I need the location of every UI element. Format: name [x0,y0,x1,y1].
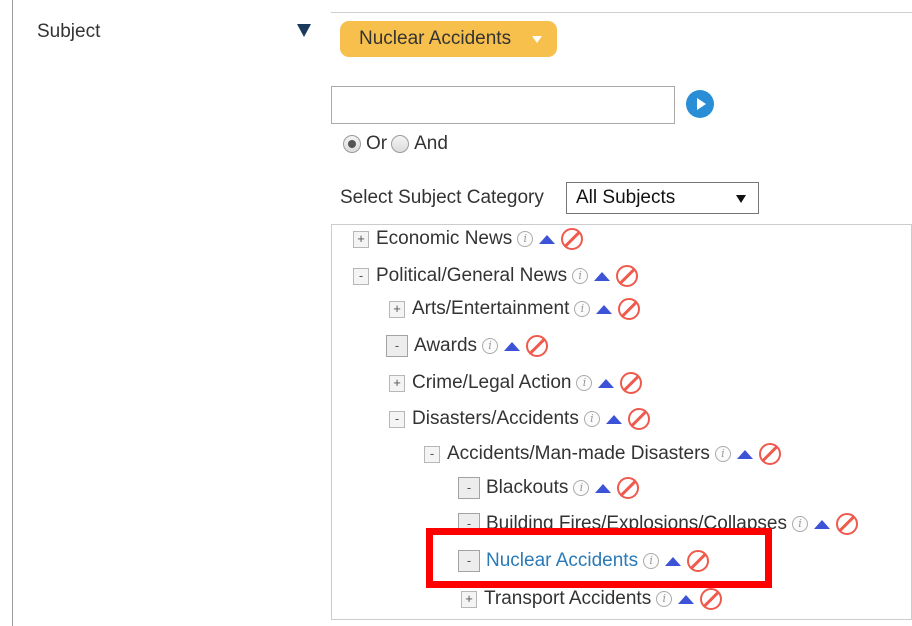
tree-item-label[interactable]: Blackouts [486,477,568,499]
selected-subject-tag-label: Nuclear Accidents [359,28,512,49]
collapse-toggle[interactable]: - [389,410,405,428]
tree-item-label[interactable]: Building Fires/Explosions/Collapses [486,513,787,535]
expand-toggle[interactable]: + [353,230,369,248]
or-label: Or [366,133,388,154]
tree-item-label[interactable]: Awards [414,335,477,357]
exclude-icon[interactable] [618,298,641,320]
exclude-icon[interactable] [687,550,710,572]
info-icon[interactable]: i [583,411,600,427]
move-up-icon[interactable] [594,271,611,281]
move-up-icon[interactable] [504,341,521,351]
select-caret-icon [736,195,746,203]
or-radio[interactable] [343,135,361,153]
tree-item-blackouts[interactable]: - Blackouts i [458,473,640,503]
collapse-toggle[interactable]: - [424,445,440,463]
tree-item-awards[interactable]: - Awards i [386,331,549,361]
tree-item-label[interactable]: Transport Accidents [484,588,651,610]
move-up-icon[interactable] [813,519,830,529]
tree-item-label[interactable]: Arts/Entertainment [412,298,569,320]
tree-item-disasters-accidents[interactable]: - Disasters/Accidents i [389,404,650,434]
tree-item-label[interactable]: Economic News [376,228,512,250]
exclude-icon[interactable] [758,443,781,465]
info-icon[interactable]: i [517,231,534,247]
move-up-icon[interactable] [596,304,613,314]
category-select-value: All Subjects [576,187,676,208]
tree-item-label[interactable]: Accidents/Man-made Disasters [447,443,710,465]
play-icon [697,98,706,110]
tree-item-nuclear-accidents[interactable]: - Nuclear Accidents i [458,546,710,576]
expand-toggle[interactable]: + [389,300,405,318]
category-label: Select Subject Category [340,187,544,208]
move-up-icon[interactable] [605,414,622,424]
subject-search-input[interactable] [331,86,675,124]
tag-dropdown-icon[interactable] [532,36,542,43]
subject-label: Subject [37,21,101,42]
collapse-toggle[interactable]: - [353,267,369,285]
tree-item-accidents-man-made-disasters[interactable]: - Accidents/Man-made Disasters i [424,439,781,469]
info-icon[interactable]: i [791,516,808,532]
tree-item-arts-entertainment[interactable]: + Arts/Entertainment i [389,294,641,324]
tree-item-label[interactable]: Crime/Legal Action [412,372,571,394]
collapse-toggle[interactable]: - [458,513,480,535]
logic-radio-group: Or And [343,131,452,157]
tree-item-crime-legal-action[interactable]: + Crime/Legal Action i [389,368,643,398]
selected-subject-tag[interactable]: Nuclear Accidents [340,21,557,57]
tree-item-economic-news[interactable]: + Economic News i [353,225,584,254]
tree-item-building-fires[interactable]: - Building Fires/Explosions/Collapses i [458,509,858,539]
exclude-icon[interactable] [561,228,584,250]
collapse-arrow-icon[interactable] [297,24,311,37]
info-icon[interactable]: i [656,591,673,607]
and-radio[interactable] [391,135,410,153]
exclude-icon[interactable] [627,408,650,430]
info-icon[interactable]: i [572,268,589,284]
tree-item-political-general-news[interactable]: - Political/General News i [353,261,639,291]
exclude-icon[interactable] [616,265,639,287]
and-label: And [414,133,448,154]
info-icon[interactable]: i [576,375,593,391]
move-up-icon[interactable] [665,556,682,566]
category-select[interactable]: All Subjects [566,182,759,214]
expand-toggle[interactable]: + [461,590,477,608]
tree-item-label[interactable]: Disasters/Accidents [412,408,579,430]
search-go-button[interactable] [686,90,714,118]
exclude-icon[interactable] [620,372,643,394]
collapse-toggle[interactable]: - [386,335,408,357]
exclude-icon[interactable] [617,477,640,499]
move-up-icon[interactable] [678,594,695,604]
info-icon[interactable]: i [574,301,591,317]
move-up-icon[interactable] [736,449,753,459]
exclude-icon[interactable] [835,513,858,535]
info-icon[interactable]: i [573,480,590,496]
tree-item-label[interactable]: Nuclear Accidents [486,550,638,572]
info-icon[interactable]: i [714,446,731,462]
tree-item-transport-accidents[interactable]: + Transport Accidents i [461,584,723,614]
left-frame-border [12,0,13,626]
top-frame-border [331,12,912,13]
info-icon[interactable]: i [482,338,499,354]
collapse-toggle[interactable]: - [458,550,480,572]
expand-toggle[interactable]: + [389,374,405,392]
tree-item-label[interactable]: Political/General News [376,265,567,287]
collapse-toggle[interactable]: - [458,477,480,499]
move-up-icon[interactable] [598,378,615,388]
move-up-icon[interactable] [539,234,556,244]
move-up-icon[interactable] [595,483,612,493]
info-icon[interactable]: i [643,553,660,569]
exclude-icon[interactable] [700,588,723,610]
exclude-icon[interactable] [526,335,549,357]
subject-tree[interactable]: + Economic News i - Political/General Ne… [331,224,912,620]
